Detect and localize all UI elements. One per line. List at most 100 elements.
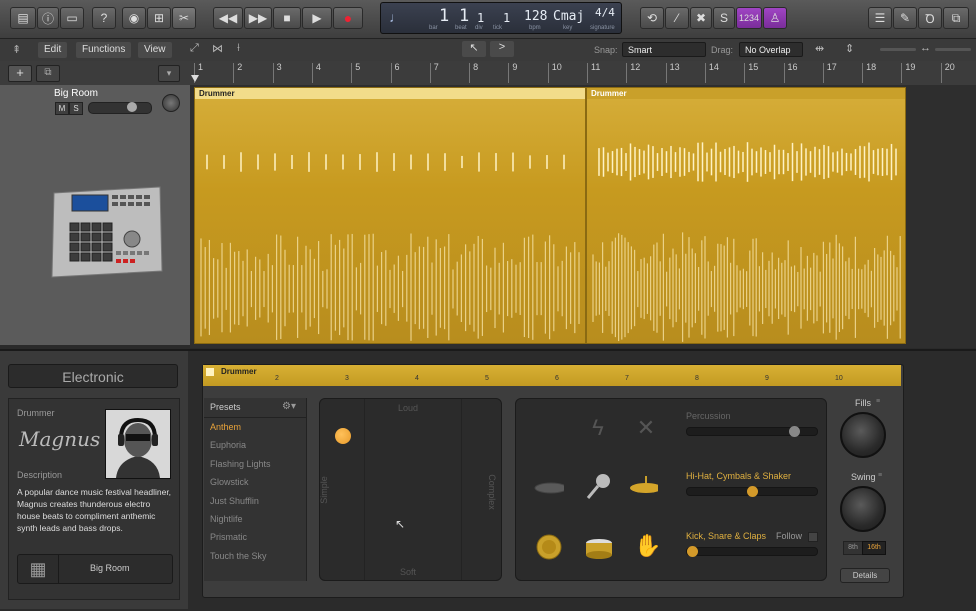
metronome-button[interactable]: ♙ xyxy=(763,7,787,29)
kick-slider-thumb[interactable] xyxy=(687,546,698,557)
global-tracks-button[interactable]: ▾ xyxy=(158,65,180,82)
edit-menu[interactable]: Edit xyxy=(38,42,68,58)
pan-knob[interactable] xyxy=(162,94,180,112)
preset-item[interactable]: Anthem xyxy=(210,422,241,432)
browser-button[interactable]: ⧉ xyxy=(943,7,969,29)
inspector-button[interactable]: ⓘ xyxy=(37,7,59,29)
lcd-bpm[interactable]: 128 xyxy=(524,9,547,24)
toolbar-button[interactable]: ▭ xyxy=(60,7,84,29)
snap-label: Snap: xyxy=(594,45,618,55)
hihat-slider[interactable] xyxy=(686,486,818,497)
cymbal-icon[interactable] xyxy=(628,471,658,501)
mute-button[interactable]: M xyxy=(55,102,69,115)
swing-16th-button[interactable]: 16th xyxy=(862,541,886,555)
percussion-slider[interactable] xyxy=(686,426,818,437)
fills-knob[interactable] xyxy=(840,412,886,458)
kick-drum-icon[interactable] xyxy=(534,532,564,562)
volume-slider-thumb[interactable] xyxy=(127,102,137,112)
volume-slider[interactable] xyxy=(88,102,152,114)
rewind-button[interactable]: ◀◀ xyxy=(213,7,243,29)
lcd-key[interactable]: Cmaj xyxy=(553,9,584,24)
secondary-tool[interactable]: > xyxy=(490,41,514,57)
drummer-region-ruler[interactable]: Drummer 2 3 4 5 6 7 8 9 10 xyxy=(203,365,901,386)
horizontal-zoom-icon[interactable]: ↔ xyxy=(920,42,931,54)
maraca-icon[interactable] xyxy=(584,471,614,501)
kit-selector[interactable]: ▦ Big Room xyxy=(17,554,173,584)
kit-grid-icon[interactable]: ▦ xyxy=(18,555,59,583)
lcd-signature[interactable]: 4/4 xyxy=(595,6,615,19)
pad-puck[interactable] xyxy=(335,428,351,444)
kick-slider[interactable] xyxy=(686,546,818,557)
back-icon[interactable]: ⇞ xyxy=(12,43,21,56)
drummer-region-1[interactable]: Drummer xyxy=(194,87,586,344)
swing-knob[interactable] xyxy=(840,486,886,532)
swing-8th-button[interactable]: 8th xyxy=(843,541,863,555)
flex-icon[interactable]: ⋈ xyxy=(212,42,223,55)
snare-drum-icon[interactable] xyxy=(584,534,614,564)
tuner-button[interactable]: ⁄ xyxy=(665,7,689,29)
solo-button[interactable]: S xyxy=(69,102,83,115)
cycle-button[interactable]: ⟲ xyxy=(640,7,664,29)
lcd-display[interactable]: ♩ 1 bar 1 beat 1 div 1 tick 128 bpm Cmaj… xyxy=(380,2,622,34)
loop-browser-button[interactable]: Ꝺ xyxy=(918,7,942,29)
mixer-button[interactable]: ⊞ xyxy=(147,7,171,29)
preset-item[interactable]: Glowstick xyxy=(210,477,249,487)
playhead-icon[interactable] xyxy=(191,75,199,82)
functions-menu[interactable]: Functions xyxy=(76,42,132,58)
pointer-tool[interactable]: ↖ xyxy=(462,41,486,57)
smart-controls-button[interactable]: ◉ xyxy=(122,7,146,29)
list-editors-button[interactable]: ☰ xyxy=(868,7,892,29)
hihat-slider-thumb[interactable] xyxy=(747,486,758,497)
view-menu[interactable]: View xyxy=(138,42,172,58)
percussion-lightning-icon[interactable]: ϟ xyxy=(583,413,613,443)
snap-select[interactable]: Smart xyxy=(622,42,706,57)
preset-item[interactable]: Nightlife xyxy=(210,514,243,524)
track-header[interactable]: Big Room M S xyxy=(0,85,191,345)
snap-grid-icon[interactable]: ⟊ xyxy=(237,42,240,55)
waveform-zoom-icon[interactable]: ⇹ xyxy=(815,42,824,55)
ruler-tick xyxy=(390,63,392,83)
editors-button[interactable]: ✂ xyxy=(172,7,196,29)
fills-lock-icon[interactable]: ≡ xyxy=(876,398,880,405)
preset-item[interactable]: Just Shufflin xyxy=(210,496,259,506)
percussion-slider-thumb[interactable] xyxy=(789,426,800,437)
stop-button[interactable]: ■ xyxy=(273,7,301,29)
drummer-region-2[interactable]: Drummer xyxy=(586,87,906,344)
replace-button[interactable]: S xyxy=(713,7,735,29)
duplicate-track-button[interactable]: ⧉ xyxy=(36,65,60,82)
metronome-icon: ♩ xyxy=(389,9,403,25)
add-track-button[interactable]: + xyxy=(8,65,32,82)
solo-icon: ✖ xyxy=(695,11,707,25)
gear-icon[interactable]: ⚙▾ xyxy=(282,401,296,412)
genre-title[interactable]: Electronic xyxy=(8,364,178,388)
bar-ruler[interactable]: 1 2 3 4 5 6 7 8 9 10 11 12 13 14 15 16 17 18 19 20 xyxy=(190,61,976,86)
forward-button[interactable]: ▶▶ xyxy=(244,7,272,29)
preset-item[interactable]: Euphoria xyxy=(210,440,246,450)
clap-hand-icon[interactable]: ✋ xyxy=(633,531,663,561)
horizontal-zoom-slider[interactable] xyxy=(935,48,971,51)
play-button[interactable]: ▶ xyxy=(302,7,332,29)
track-name[interactable]: Big Room xyxy=(54,88,98,99)
preset-item[interactable]: Flashing Lights xyxy=(210,459,271,469)
record-button[interactable]: ● xyxy=(333,7,363,29)
quick-help-button[interactable]: ? xyxy=(92,7,116,29)
shaker-icon[interactable] xyxy=(534,473,564,503)
ruler-tick xyxy=(665,63,667,83)
follow-checkbox[interactable] xyxy=(808,532,818,542)
ruler-tick xyxy=(822,63,824,83)
catch-icon[interactable]: ⤢ xyxy=(190,42,199,55)
cycle-icon: ⟲ xyxy=(646,11,658,25)
notepad-button[interactable]: ✎ xyxy=(893,7,917,29)
vertical-zoom-slider[interactable] xyxy=(880,48,916,51)
complexity-loudness-pad[interactable]: Loud Soft Simple Complex ↖ xyxy=(319,398,502,581)
percussion-sticks-icon[interactable]: ✕ xyxy=(631,413,661,443)
solo-button[interactable]: ✖ xyxy=(690,7,712,29)
swing-lock-icon[interactable]: ≡ xyxy=(878,472,882,479)
details-button[interactable]: Details xyxy=(840,568,890,583)
preset-item[interactable]: Prismatic xyxy=(210,532,247,542)
library-button[interactable]: ▤ xyxy=(10,7,36,29)
count-in-button[interactable]: 1234 xyxy=(736,7,762,29)
drag-select[interactable]: No Overlap xyxy=(739,42,803,57)
preset-item[interactable]: Touch the Sky xyxy=(210,551,267,561)
vertical-zoom-icon[interactable]: ⇕ xyxy=(845,42,854,55)
